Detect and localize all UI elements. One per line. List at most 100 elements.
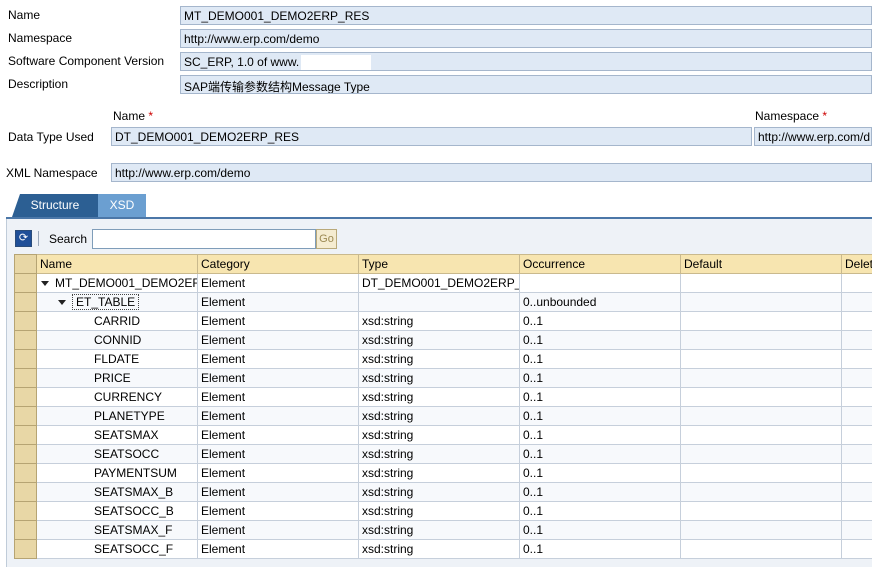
search-input[interactable] [92, 229, 316, 249]
cell-type[interactable]: xsd:string [358, 387, 520, 407]
cell-type[interactable]: xsd:string [358, 349, 520, 369]
cell-category[interactable]: Element [197, 311, 359, 331]
cell-default[interactable] [680, 482, 842, 502]
cell-occurrence[interactable]: 0..unbounded [519, 292, 681, 312]
cell-name[interactable]: MT_DEMO001_DEMO2ERP_RES [36, 273, 198, 293]
column-header-occurrence[interactable]: Occurrence [519, 254, 681, 274]
cell-delete[interactable] [841, 463, 872, 483]
column-header-default[interactable]: Default [680, 254, 842, 274]
cell-delete[interactable] [841, 539, 872, 559]
cell-default[interactable] [680, 330, 842, 350]
select-all-cell[interactable] [14, 254, 37, 274]
cell-occurrence[interactable]: 0..1 [519, 520, 681, 540]
cell-delete[interactable] [841, 368, 872, 388]
cell-category[interactable]: Element [197, 330, 359, 350]
table-row[interactable]: PAYMENTSUM Element xsd:string 0..1 [14, 463, 872, 483]
cell-default[interactable] [680, 463, 842, 483]
row-selector[interactable] [14, 463, 37, 483]
cell-name[interactable]: CONNID [36, 330, 198, 350]
cell-occurrence[interactable]: 0..1 [519, 387, 681, 407]
row-selector[interactable] [14, 273, 37, 293]
cell-occurrence[interactable]: 0..1 [519, 349, 681, 369]
cell-default[interactable] [680, 425, 842, 445]
cell-type[interactable]: xsd:string [358, 501, 520, 521]
column-header-type[interactable]: Type [358, 254, 520, 274]
cell-name[interactable]: SEATSOCC [36, 444, 198, 464]
data-type-namespace-field[interactable]: http://www.erp.com/d [754, 127, 872, 146]
table-row[interactable]: MT_DEMO001_DEMO2ERP_RESElementDT_DEMO001… [14, 273, 872, 293]
cell-category[interactable]: Element [197, 425, 359, 445]
cell-delete[interactable] [841, 444, 872, 464]
table-row[interactable]: CONNID Element xsd:string 0..1 [14, 330, 872, 350]
row-selector[interactable] [14, 349, 37, 369]
cell-delete[interactable] [841, 292, 872, 312]
cell-category[interactable]: Element [197, 368, 359, 388]
cell-name[interactable]: ET_TABLE [36, 292, 198, 312]
cell-default[interactable] [680, 501, 842, 521]
cell-occurrence[interactable]: 0..1 [519, 406, 681, 426]
row-selector[interactable] [14, 368, 37, 388]
cell-name[interactable]: CURRENCY [36, 387, 198, 407]
cell-occurrence[interactable]: 0..1 [519, 444, 681, 464]
cell-name[interactable]: SEATSOCC_B [36, 501, 198, 521]
cell-default[interactable] [680, 349, 842, 369]
row-selector[interactable] [14, 387, 37, 407]
cell-occurrence[interactable]: 0..1 [519, 425, 681, 445]
cell-default[interactable] [680, 520, 842, 540]
cell-category[interactable]: Element [197, 387, 359, 407]
tab-xsd[interactable]: XSD [98, 194, 146, 217]
cell-name[interactable]: SEATSMAX [36, 425, 198, 445]
row-selector[interactable] [14, 311, 37, 331]
cell-name[interactable]: FLDATE [36, 349, 198, 369]
table-row[interactable]: PLANETYPE Element xsd:string 0..1 [14, 406, 872, 426]
cell-category[interactable]: Element [197, 444, 359, 464]
cell-default[interactable] [680, 292, 842, 312]
cell-delete[interactable] [841, 406, 872, 426]
cell-occurrence[interactable]: 0..1 [519, 463, 681, 483]
cell-category[interactable]: Element [197, 406, 359, 426]
cell-default[interactable] [680, 273, 842, 293]
cell-delete[interactable] [841, 330, 872, 350]
go-button[interactable]: Go [316, 229, 337, 249]
cell-default[interactable] [680, 444, 842, 464]
cell-occurrence[interactable]: 0..1 [519, 368, 681, 388]
cell-delete[interactable] [841, 387, 872, 407]
row-selector[interactable] [14, 501, 37, 521]
cell-occurrence[interactable]: 0..1 [519, 311, 681, 331]
refresh-icon[interactable]: ⟳ [15, 230, 32, 247]
cell-category[interactable]: Element [197, 349, 359, 369]
cell-delete[interactable] [841, 425, 872, 445]
namespace-field[interactable]: http://www.erp.com/demo [180, 29, 872, 48]
cell-delete[interactable] [841, 482, 872, 502]
row-selector[interactable] [14, 425, 37, 445]
table-row[interactable]: CARRID Element xsd:string 0..1 [14, 311, 872, 331]
cell-name[interactable]: PRICE [36, 368, 198, 388]
cell-type[interactable]: xsd:string [358, 482, 520, 502]
cell-occurrence[interactable]: 0..1 [519, 330, 681, 350]
cell-name[interactable]: SEATSMAX_F [36, 520, 198, 540]
cell-delete[interactable] [841, 273, 872, 293]
cell-occurrence[interactable]: 0..1 [519, 501, 681, 521]
cell-type[interactable]: xsd:string [358, 406, 520, 426]
row-selector[interactable] [14, 539, 37, 559]
cell-name[interactable]: PAYMENTSUM [36, 463, 198, 483]
cell-category[interactable]: Element [197, 501, 359, 521]
cell-default[interactable] [680, 539, 842, 559]
cell-delete[interactable] [841, 520, 872, 540]
cell-default[interactable] [680, 368, 842, 388]
cell-type[interactable]: xsd:string [358, 463, 520, 483]
cell-type[interactable]: xsd:string [358, 425, 520, 445]
cell-default[interactable] [680, 387, 842, 407]
row-selector[interactable] [14, 330, 37, 350]
row-selector[interactable] [14, 520, 37, 540]
chevron-down-icon[interactable] [41, 281, 49, 287]
table-row[interactable]: PRICE Element xsd:string 0..1 [14, 368, 872, 388]
cell-type[interactable]: xsd:string [358, 311, 520, 331]
table-row[interactable]: FLDATE Element xsd:string 0..1 [14, 349, 872, 369]
cell-category[interactable]: Element [197, 539, 359, 559]
table-row[interactable]: SEATSOCC Element xsd:string 0..1 [14, 444, 872, 464]
table-row[interactable]: SEATSOCC_F Element xsd:string 0..1 [14, 539, 872, 559]
description-field[interactable]: SAP端传输参数结构Message Type [180, 75, 872, 94]
cell-name[interactable]: CARRID [36, 311, 198, 331]
row-selector[interactable] [14, 292, 37, 312]
